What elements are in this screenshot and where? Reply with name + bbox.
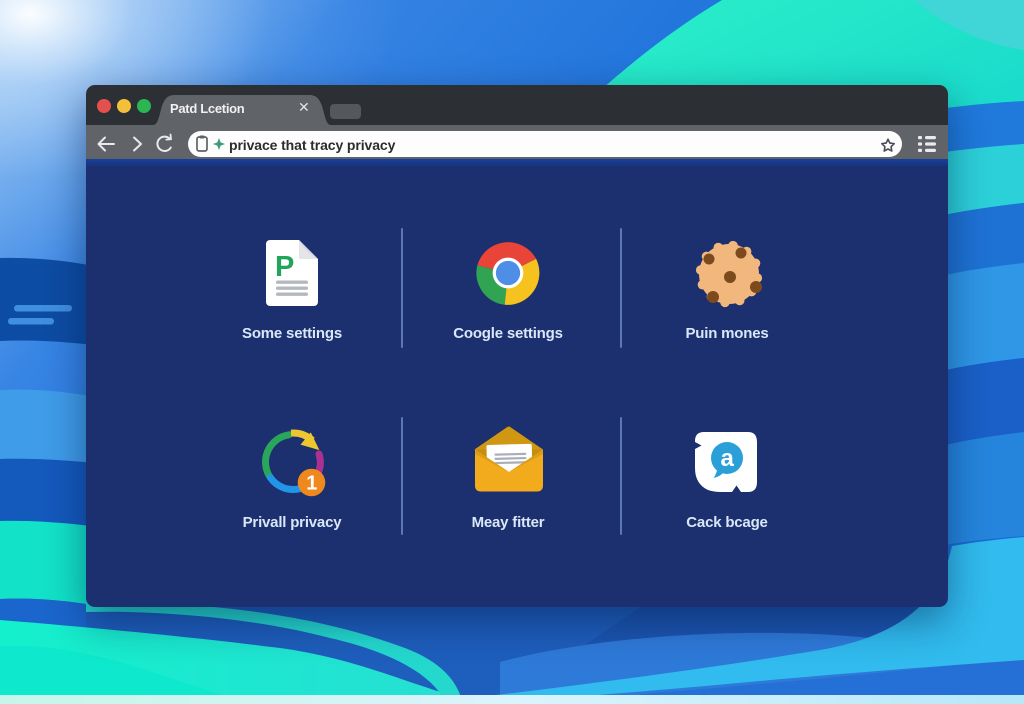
svg-text:1: 1 [306, 472, 317, 494]
svg-text:P: P [275, 251, 294, 283]
svg-text:a: a [721, 445, 735, 472]
